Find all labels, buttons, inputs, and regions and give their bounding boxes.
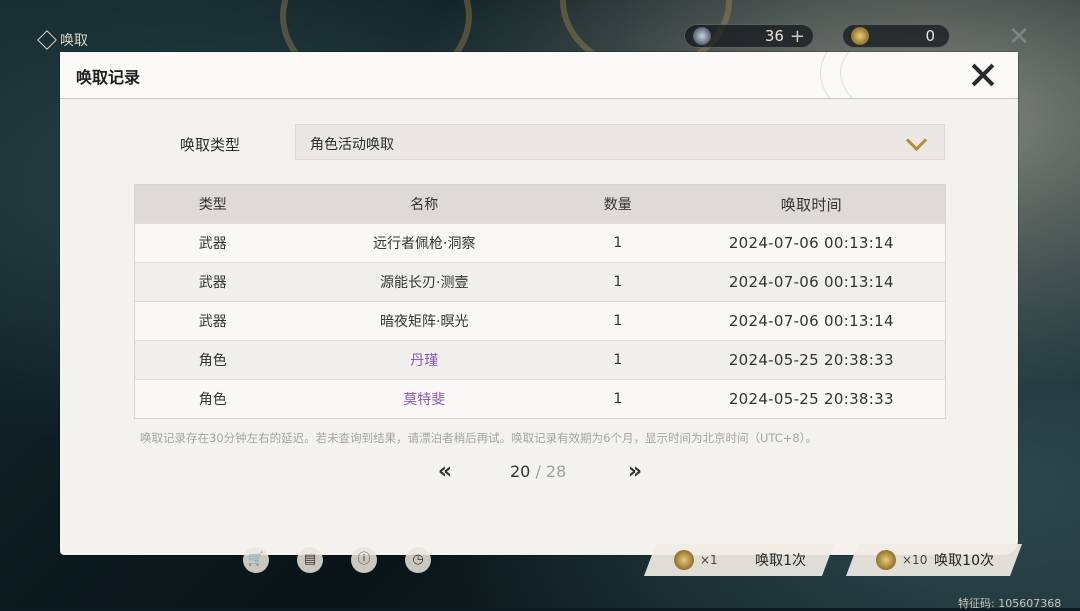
reward-details-icon[interactable]: ▤ <box>297 547 323 573</box>
cell-name: 暗夜矩阵·暝光 <box>380 314 469 330</box>
cell-time: 2024-07-06 00:13:14 <box>728 273 894 291</box>
filter-label: 唤取类型 <box>180 136 241 154</box>
cell-time: 2024-05-25 20:38:33 <box>728 390 894 408</box>
table-header: 类型 名称 数量 唤取时间 <box>135 185 945 224</box>
coin-icon <box>851 27 869 45</box>
header-type: 类型 <box>198 197 227 213</box>
cell-time: 2024-07-06 00:13:14 <box>728 234 894 252</box>
history-table: 类型 名称 数量 唤取时间 武器 远行者佩枪·洞察 1 2024-07-06 0… <box>134 184 946 419</box>
pull-ten-label: 唤取10次 <box>934 553 994 569</box>
cell-quantity: 1 <box>613 313 623 329</box>
astrite-icon <box>693 27 711 45</box>
close-icon[interactable]: ✕ <box>1006 24 1032 50</box>
coin-icon <box>674 550 694 570</box>
dropdown-value: 角色活动唤取 <box>310 137 394 153</box>
cell-quantity: 1 <box>613 352 623 368</box>
shop-icon[interactable]: 🛒 <box>243 547 269 573</box>
page-indicator: 20 / 28 <box>510 462 566 481</box>
table-row: 角色 丹瑾 1 2024-05-25 20:38:33 <box>135 341 945 380</box>
add-currency-button[interactable]: + <box>790 26 805 47</box>
cell-type: 角色 <box>198 353 227 369</box>
top-title: 唤取 <box>37 30 88 50</box>
table-row: 武器 源能长刃·测壹 1 2024-07-06 00:13:14 <box>135 263 945 302</box>
cell-type: 武器 <box>198 314 227 330</box>
cell-name: 莫特斐 <box>403 392 446 408</box>
pagination: « 20 / 28 » <box>438 458 642 488</box>
pull-once-label: 唤取1次 <box>755 553 806 569</box>
player-uid: 特征码: 105607368 <box>958 597 1062 610</box>
modal-header: 唤取记录 <box>60 52 1018 99</box>
table-row: 武器 暗夜矩阵·暝光 1 2024-07-06 00:13:14 <box>135 302 945 341</box>
pull-ten-cost: ×10 <box>902 553 928 567</box>
coin-value: 0 <box>925 27 935 45</box>
delay-note: 唤取记录存在30分钟左右的延迟。若未查询到结果，请漂泊者稍后再试。唤取记录有效期… <box>140 431 817 445</box>
next-page-button[interactable]: » <box>624 461 646 483</box>
astrite-currency[interactable]: 36 + <box>684 24 814 48</box>
coin-currency[interactable]: 0 <box>842 24 950 48</box>
current-page: 20 <box>510 462 531 481</box>
info-icon[interactable]: ⓘ <box>351 547 377 573</box>
cell-time: 2024-07-06 00:13:14 <box>728 312 894 330</box>
cell-name: 源能长刃·测壹 <box>380 275 469 291</box>
cell-type: 角色 <box>198 392 227 408</box>
chevron-down-icon <box>905 129 928 152</box>
cell-name: 远行者佩枪·洞察 <box>373 236 476 252</box>
header-name: 名称 <box>410 197 439 213</box>
table-row: 角色 莫特斐 1 2024-05-25 20:38:33 <box>135 380 945 418</box>
modal-close-icon[interactable] <box>968 60 998 90</box>
pull-once-cost: ×1 <box>700 553 718 567</box>
convene-type-dropdown[interactable]: 角色活动唤取 <box>295 124 945 160</box>
modal-title: 唤取记录 <box>76 68 141 87</box>
astrite-value: 36 <box>764 27 784 45</box>
convene-icon <box>37 30 57 50</box>
cell-quantity: 1 <box>613 235 623 251</box>
convene-history-modal: 唤取记录 唤取类型 角色活动唤取 类型 名称 数量 唤取时间 武器 远行者佩枪·… <box>60 52 1018 555</box>
coin-icon <box>876 550 896 570</box>
top-title-label: 唤取 <box>60 33 88 49</box>
cell-type: 武器 <box>198 236 227 252</box>
cell-quantity: 1 <box>613 274 623 290</box>
cell-name: 丹瑾 <box>410 353 439 369</box>
page-separator: / <box>530 462 546 481</box>
cell-time: 2024-05-25 20:38:33 <box>728 351 894 369</box>
total-pages: 28 <box>545 462 567 481</box>
prev-page-button[interactable]: « <box>434 461 456 483</box>
cell-type: 武器 <box>198 275 227 291</box>
header-quantity: 数量 <box>603 197 632 213</box>
cell-quantity: 1 <box>613 391 623 407</box>
pull-once-button[interactable]: ×1 唤取1次 <box>644 544 834 576</box>
table-row: 武器 远行者佩枪·洞察 1 2024-07-06 00:13:14 <box>135 224 945 263</box>
pull-ten-button[interactable]: ×10 唤取10次 <box>846 544 1022 576</box>
header-time: 唤取时间 <box>780 195 842 214</box>
history-icon[interactable]: ◷ <box>405 547 431 573</box>
